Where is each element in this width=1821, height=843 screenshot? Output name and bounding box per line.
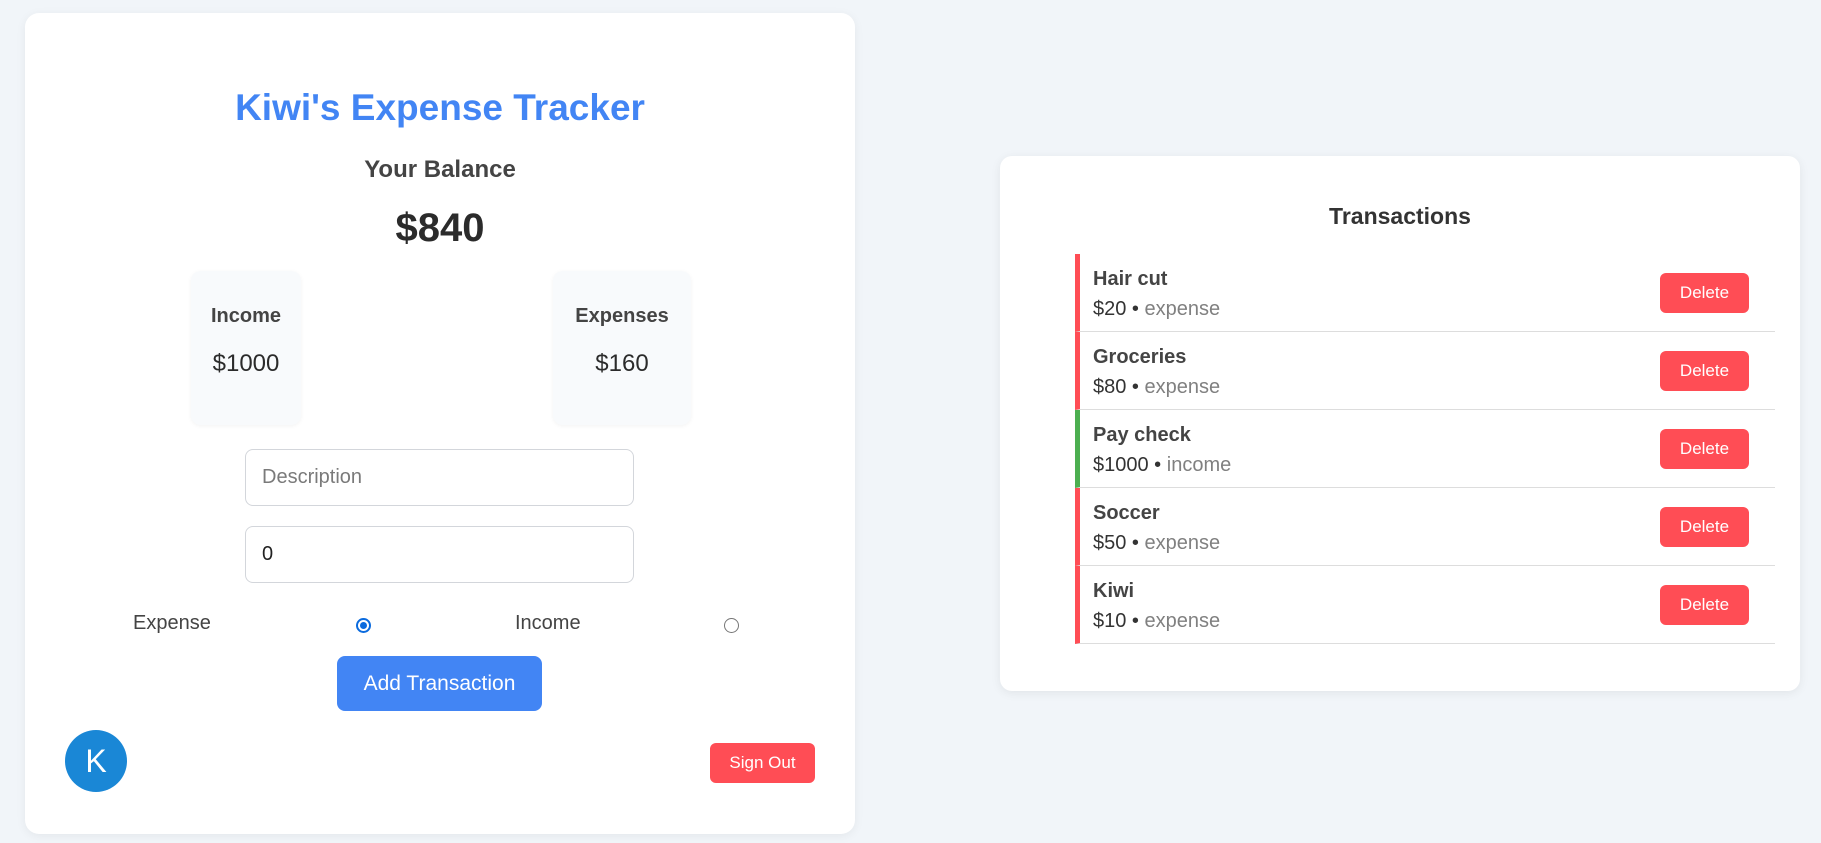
expenses-summary-box: Expenses $160 [553, 271, 691, 425]
transaction-meta: $50 • expense [1093, 532, 1220, 555]
transaction-name: Pay check [1093, 424, 1191, 446]
transactions-card: Transactions Hair cut $20 • expense Dele… [1000, 156, 1800, 691]
transaction-amount: $20 [1093, 298, 1127, 320]
income-radio[interactable] [724, 618, 739, 633]
income-summary-label: Income [210, 305, 282, 327]
user-avatar[interactable]: K [65, 730, 127, 792]
amount-input[interactable] [245, 526, 634, 583]
description-input[interactable] [245, 449, 634, 506]
income-radio-label: Income [515, 612, 581, 634]
transaction-name: Hair cut [1093, 268, 1168, 290]
app-title: Kiwi's Expense Tracker [235, 87, 645, 128]
transaction-amount: $1000 [1093, 454, 1149, 476]
balance-value: $840 [395, 206, 485, 250]
transaction-separator: • [1126, 298, 1145, 320]
delete-button[interactable]: Delete [1660, 273, 1749, 313]
transaction-type: expense [1144, 532, 1221, 554]
expense-radio-label: Expense [133, 612, 211, 634]
expense-tracker-card: Kiwi's Expense Tracker Your Balance $840… [25, 13, 855, 834]
transaction-row: Hair cut $20 • expense Delete [1075, 254, 1775, 332]
delete-button[interactable]: Delete [1660, 585, 1749, 625]
transaction-type: expense [1144, 298, 1221, 320]
transaction-amount: $80 [1093, 376, 1127, 398]
expense-radio[interactable] [356, 618, 371, 633]
transaction-separator: • [1126, 532, 1145, 554]
sign-out-button[interactable]: Sign Out [710, 743, 815, 783]
transaction-amount: $10 [1093, 610, 1127, 632]
income-summary-box: Income $1000 [191, 271, 301, 425]
transaction-row: Pay check $1000 • income Delete [1075, 410, 1775, 488]
transaction-separator: • [1126, 610, 1145, 632]
transaction-type: income [1166, 454, 1232, 476]
delete-button[interactable]: Delete [1660, 429, 1749, 469]
transaction-separator: • [1148, 454, 1167, 476]
transactions-title: Transactions [1329, 203, 1471, 229]
income-summary-value: $1000 [212, 350, 280, 377]
transaction-row: Soccer $50 • expense Delete [1075, 488, 1775, 566]
transaction-separator: • [1126, 376, 1145, 398]
balance-label: Your Balance [364, 156, 516, 183]
delete-button[interactable]: Delete [1660, 351, 1749, 391]
transaction-type: expense [1144, 610, 1221, 632]
delete-button[interactable]: Delete [1660, 507, 1749, 547]
transaction-meta: $80 • expense [1093, 376, 1220, 399]
transactions-list: Hair cut $20 • expense Delete Groceries … [1075, 254, 1775, 644]
transaction-name: Soccer [1093, 502, 1160, 524]
expenses-summary-value: $160 [595, 350, 649, 377]
transaction-name: Groceries [1093, 346, 1187, 368]
add-transaction-button[interactable]: Add Transaction [337, 656, 542, 711]
expenses-summary-label: Expenses [575, 305, 669, 327]
transaction-row: Kiwi $10 • expense Delete [1075, 566, 1775, 644]
transaction-meta: $20 • expense [1093, 298, 1220, 321]
transaction-type: expense [1144, 376, 1221, 398]
transaction-amount: $50 [1093, 532, 1127, 554]
transaction-name: Kiwi [1093, 580, 1135, 602]
transaction-meta: $1000 • income [1093, 454, 1231, 477]
transaction-row: Groceries $80 • expense Delete [1075, 332, 1775, 410]
transaction-meta: $10 • expense [1093, 610, 1220, 633]
